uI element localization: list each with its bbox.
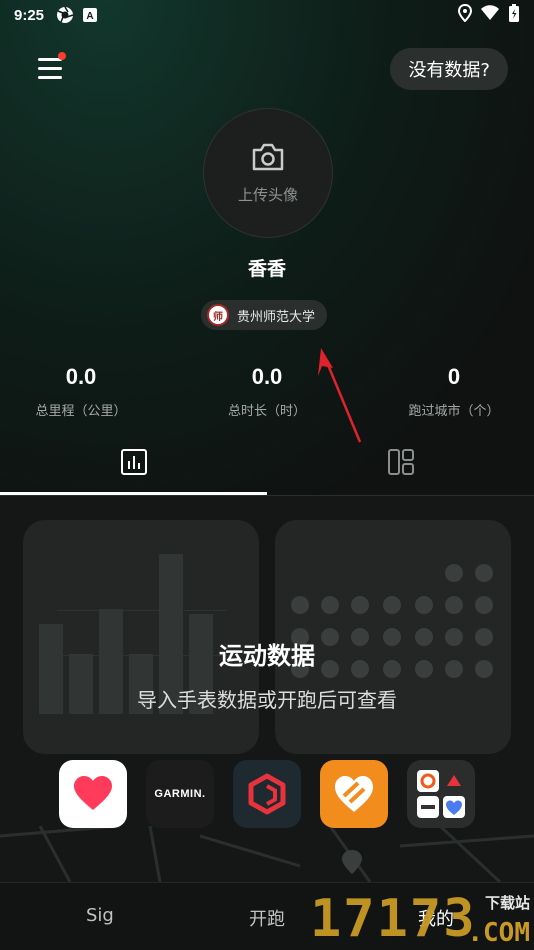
watermark-logo: 17173 下载站 .COM	[310, 888, 534, 950]
device-app-list: GARMIN.	[0, 760, 534, 828]
notification-dot	[58, 52, 66, 60]
school-logo-icon: 师	[207, 304, 229, 326]
watermark-domain: .COM	[467, 918, 530, 948]
map-pin-icon	[342, 850, 362, 874]
stat-total-distance: 0.0 总里程（公里）	[26, 364, 136, 419]
watermark-site: 下载站	[484, 894, 530, 912]
grid-layout-icon	[387, 448, 415, 480]
coros-app-icon[interactable]	[233, 760, 301, 828]
status-bar: 9:25 A	[0, 0, 534, 30]
placeholder-dot	[321, 596, 339, 614]
svg-text:A: A	[86, 11, 93, 22]
nav-item-sig[interactable]: Sig	[86, 905, 114, 926]
empty-state-subtitle: 导入手表数据或开跑后可查看	[137, 688, 397, 712]
stat-label: 总时长（时）	[227, 404, 306, 419]
school-name: 贵州师范大学	[237, 309, 316, 325]
battery-icon	[508, 3, 520, 27]
menu-button[interactable]	[36, 52, 66, 82]
tab-bar	[0, 432, 534, 496]
menu-icon-bar	[38, 67, 62, 70]
tab-layout[interactable]	[267, 432, 534, 496]
no-data-button[interactable]: 没有数据?	[390, 48, 508, 90]
menu-icon-bar	[38, 76, 62, 79]
app-notification-icon: A	[82, 7, 98, 23]
stat-cities: 0 跑过城市（个）	[394, 364, 514, 419]
username: 香香	[247, 258, 286, 280]
placeholder-dot	[475, 596, 493, 614]
school-logo-char: 师	[213, 311, 223, 323]
more-apps-icon[interactable]	[407, 760, 475, 828]
placeholder-dot	[445, 564, 463, 582]
empty-state-title: 运动数据	[219, 642, 315, 670]
watermark-number: 17173	[310, 889, 477, 949]
avatar-upload-button[interactable]: 上传头像	[203, 108, 333, 238]
wifi-icon	[480, 5, 500, 25]
placeholder-gridline	[57, 610, 227, 611]
nav-item-run[interactable]: 开跑	[249, 905, 285, 931]
placeholder-dot	[291, 596, 309, 614]
stat-value: 0.0	[65, 364, 97, 389]
placeholder-dot	[415, 596, 433, 614]
status-time: 9:25	[14, 6, 45, 24]
garmin-label: GARMIN.	[154, 788, 206, 800]
bar-chart-icon	[120, 448, 148, 480]
health-app-icon[interactable]	[59, 760, 127, 828]
placeholder-dot	[351, 596, 369, 614]
stat-total-duration: 0.0 总时长（时）	[212, 364, 322, 419]
upload-avatar-label: 上传头像	[237, 185, 298, 204]
placeholder-dot	[475, 564, 493, 582]
location-icon	[457, 3, 473, 26]
map-background	[0, 826, 534, 882]
stat-label: 总里程（公里）	[35, 404, 127, 419]
stat-value: 0	[447, 364, 461, 389]
placeholder-dot	[383, 596, 401, 614]
stat-label: 跑过城市（个）	[408, 404, 500, 419]
stat-value: 0.0	[251, 364, 283, 389]
camera-icon	[251, 142, 285, 176]
garmin-app-icon[interactable]: GARMIN.	[146, 760, 214, 828]
school-badge[interactable]: 师 贵州师范大学	[201, 300, 328, 330]
huawei-health-app-icon[interactable]	[320, 760, 388, 828]
tab-statistics[interactable]	[0, 432, 267, 496]
placeholder-dot	[445, 596, 463, 614]
camera-shutter-icon	[56, 6, 74, 24]
